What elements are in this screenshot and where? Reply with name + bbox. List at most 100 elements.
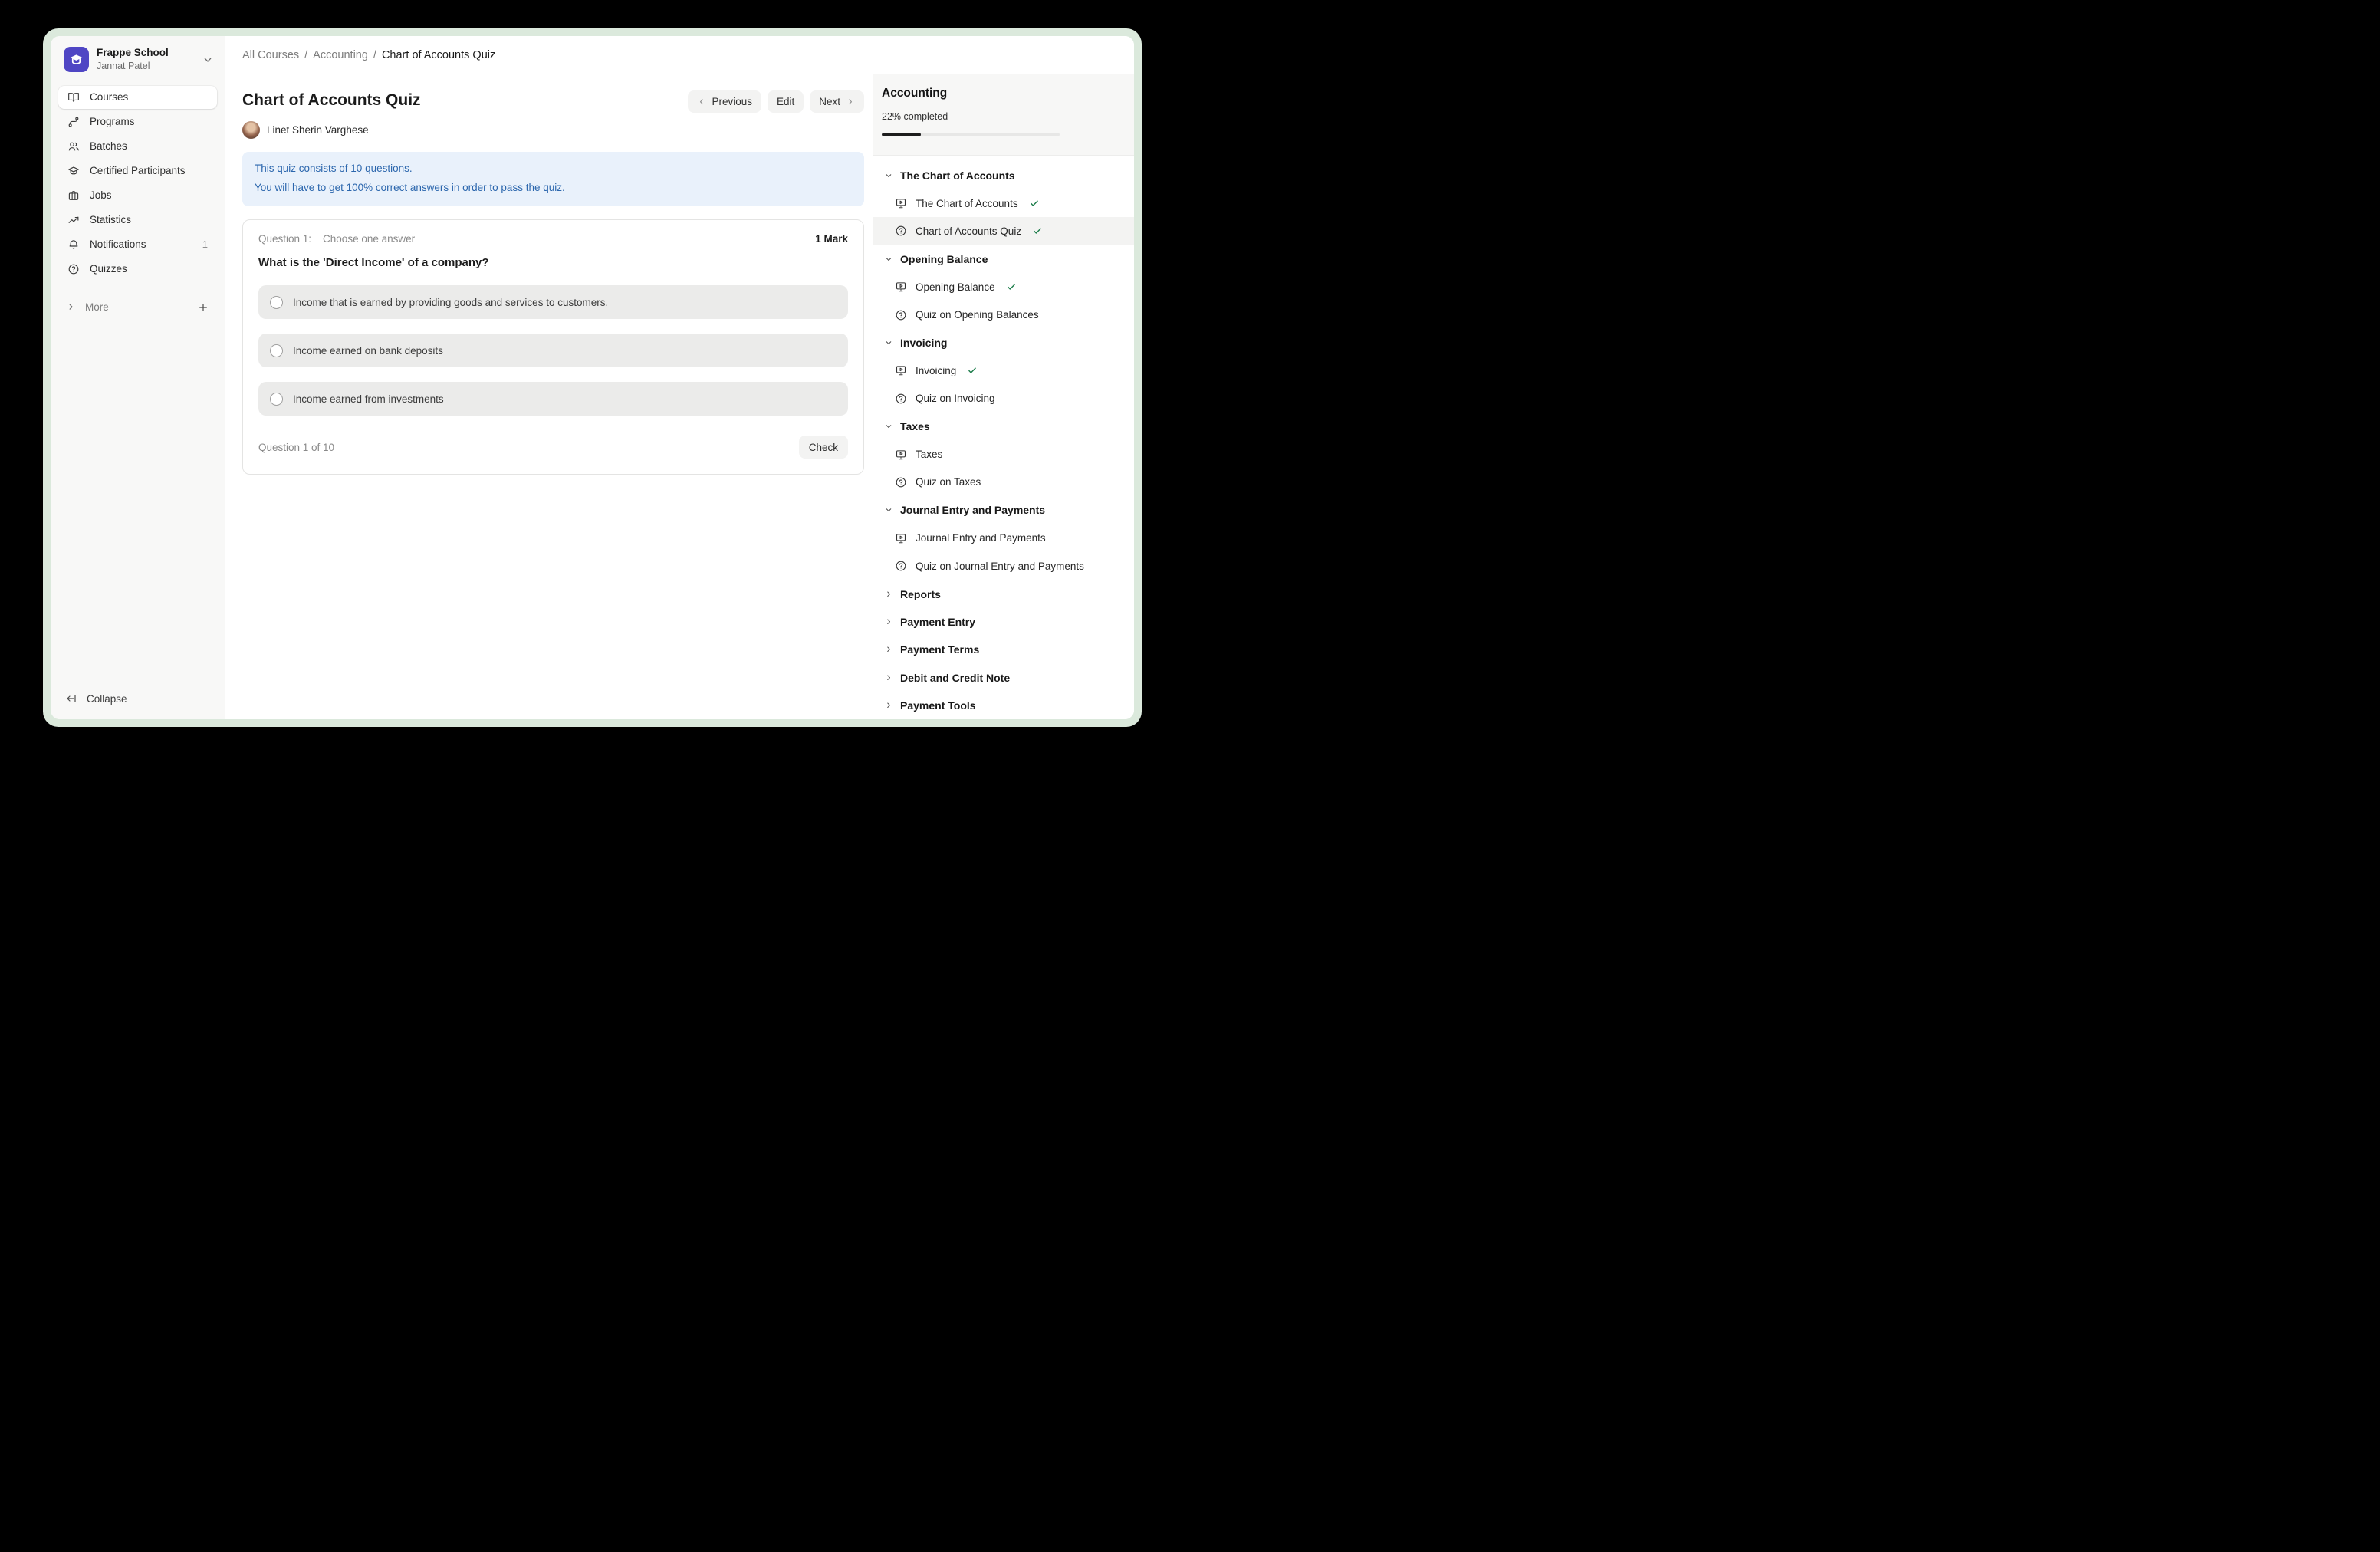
outline-section-payment-entry[interactable]: Payment Entry (873, 608, 1134, 636)
chevron-right-icon (846, 97, 855, 107)
outline-item-quiz-on-opening-balances[interactable]: Quiz on Opening Balances (873, 301, 1134, 328)
collapse-sidebar-button[interactable]: Collapse (51, 682, 225, 719)
answer-option-2[interactable]: Income earned on bank deposits (258, 334, 848, 367)
sidebar-item-programs[interactable]: Programs (58, 110, 217, 133)
outline-section-label: Reports (900, 588, 941, 600)
outline-item-chart-of-accounts-quiz[interactable]: Chart of Accounts Quiz (873, 217, 1134, 245)
outline-item-the-chart-of-accounts[interactable]: The Chart of Accounts (873, 189, 1134, 217)
question-pagination: Question 1 of 10 (258, 442, 334, 453)
chevron-right-icon (884, 701, 893, 710)
answer-option-3[interactable]: Income earned from investments (258, 382, 848, 416)
outline-section-payment-terms[interactable]: Payment Terms (873, 636, 1134, 663)
outline-item-quiz-on-invoicing[interactable]: Quiz on Invoicing (873, 385, 1134, 413)
outline-item-label: The Chart of Accounts (916, 198, 1018, 209)
sidebar-item-statistics[interactable]: Statistics (58, 209, 217, 232)
outline-item-opening-balance[interactable]: Opening Balance (873, 273, 1134, 301)
outline-section-debit-and-credit-note[interactable]: Debit and Credit Note (873, 664, 1134, 692)
notice-line: This quiz consists of 10 questions. (255, 159, 852, 178)
outline-section-taxes[interactable]: Taxes (873, 413, 1134, 440)
help-circle-icon (895, 476, 907, 488)
course-outline-list: The Chart of Accounts The Chart of Accoun… (873, 156, 1134, 720)
left-sidebar: Frappe School Jannat Patel Courses Progra… (51, 36, 225, 719)
monitor-play-icon (895, 449, 907, 461)
check-button[interactable]: Check (799, 436, 848, 459)
outline-item-label: Quiz on Invoicing (916, 393, 995, 404)
outline-section-opening-balance[interactable]: Opening Balance (873, 245, 1134, 273)
breadcrumb-separator: / (373, 49, 376, 61)
question-marks: 1 Mark (815, 233, 848, 245)
outline-item-taxes[interactable]: Taxes (873, 440, 1134, 468)
answer-option-1[interactable]: Income that is earned by providing goods… (258, 285, 848, 319)
sidebar-item-jobs[interactable]: Jobs (58, 184, 217, 207)
monitor-play-icon (895, 532, 907, 544)
answer-option-label: Income earned on bank deposits (293, 345, 443, 357)
sidebar-item-quizzes[interactable]: Quizzes (58, 258, 217, 281)
radio-button[interactable] (270, 393, 283, 406)
question-text: What is the 'Direct Income' of a company… (258, 256, 848, 269)
sidebar-item-more[interactable]: More (58, 296, 217, 319)
breadcrumb-all-courses[interactable]: All Courses (242, 49, 299, 61)
outline-item-invoicing[interactable]: Invoicing (873, 357, 1134, 384)
help-circle-icon (895, 393, 907, 405)
outline-item-label: Journal Entry and Payments (916, 532, 1046, 544)
users-icon (67, 140, 80, 153)
outline-section-label: Payment Tools (900, 699, 976, 712)
chevron-down-icon (202, 54, 214, 66)
radio-button[interactable] (270, 344, 283, 357)
chevron-down-icon (884, 338, 893, 347)
workspace-switcher[interactable]: Frappe School Jannat Patel (51, 36, 225, 81)
next-label: Next (819, 96, 840, 107)
lesson-nav-buttons: Previous Edit Next (688, 90, 864, 113)
browser-window-frame: Frappe School Jannat Patel Courses Progra… (43, 28, 1142, 727)
outline-section-journal-entry-and-payments[interactable]: Journal Entry and Payments (873, 496, 1134, 524)
breadcrumb-separator: / (304, 49, 307, 61)
options-list: Income that is earned by providing goods… (258, 285, 848, 416)
chevron-right-icon (66, 302, 76, 312)
sidebar-item-label: Courses (90, 91, 128, 103)
outline-item-label: Opening Balance (916, 281, 995, 293)
check-icon (967, 365, 978, 376)
sidebar-item-label: Jobs (90, 189, 112, 201)
outline-section-the-chart-of-accounts[interactable]: The Chart of Accounts (873, 162, 1134, 189)
next-button[interactable]: Next (810, 90, 864, 113)
breadcrumb: All Courses / Accounting / Chart of Acco… (225, 36, 1134, 74)
collapse-label: Collapse (87, 693, 127, 705)
outline-item-label: Invoicing (916, 365, 956, 376)
monitor-play-icon (895, 281, 907, 293)
monitor-play-icon (895, 364, 907, 376)
sidebar-item-courses[interactable]: Courses (58, 86, 217, 109)
outline-item-quiz-on-taxes[interactable]: Quiz on Taxes (873, 469, 1134, 496)
page-title: Chart of Accounts Quiz (242, 90, 421, 111)
outline-section-invoicing[interactable]: Invoicing (873, 329, 1134, 357)
chevron-down-icon (884, 505, 893, 515)
question-number-label: Question 1: (258, 233, 311, 245)
radio-button[interactable] (270, 296, 283, 309)
chevron-down-icon (884, 255, 893, 264)
edit-label: Edit (777, 96, 794, 107)
sidebar-item-label: Statistics (90, 214, 131, 225)
sidebar-item-certified-participants[interactable]: Certified Participants (58, 159, 217, 182)
outline-section-payment-tools[interactable]: Payment Tools (873, 692, 1134, 719)
sidebar-item-label: Quizzes (90, 263, 127, 275)
sidebar-item-label: Notifications (90, 238, 146, 250)
sidebar-item-batches[interactable]: Batches (58, 135, 217, 158)
progress-bar-track (882, 133, 1060, 136)
edit-button[interactable]: Edit (768, 90, 804, 113)
monitor-play-icon (895, 197, 907, 209)
outline-item-journal-entry-and-payments[interactable]: Journal Entry and Payments (873, 524, 1134, 552)
outline-item-quiz-on-journal-entry-and-payments[interactable]: Quiz on Journal Entry and Payments (873, 552, 1134, 580)
breadcrumb-accounting[interactable]: Accounting (313, 49, 368, 61)
previous-button[interactable]: Previous (688, 90, 761, 113)
chevron-down-icon (884, 422, 893, 431)
author-avatar (242, 121, 260, 139)
book-open-icon (67, 91, 80, 104)
sidebar-item-notifications[interactable]: Notifications1 (58, 233, 217, 256)
sidebar-item-label: Programs (90, 116, 135, 127)
course-progress-header: Accounting 22% completed (873, 74, 1134, 156)
route-icon (67, 116, 80, 128)
more-label: More (85, 301, 109, 313)
plus-icon[interactable] (197, 301, 209, 314)
chevron-left-icon (697, 97, 706, 107)
outline-item-label: Quiz on Taxes (916, 476, 981, 488)
outline-section-reports[interactable]: Reports (873, 580, 1134, 607)
